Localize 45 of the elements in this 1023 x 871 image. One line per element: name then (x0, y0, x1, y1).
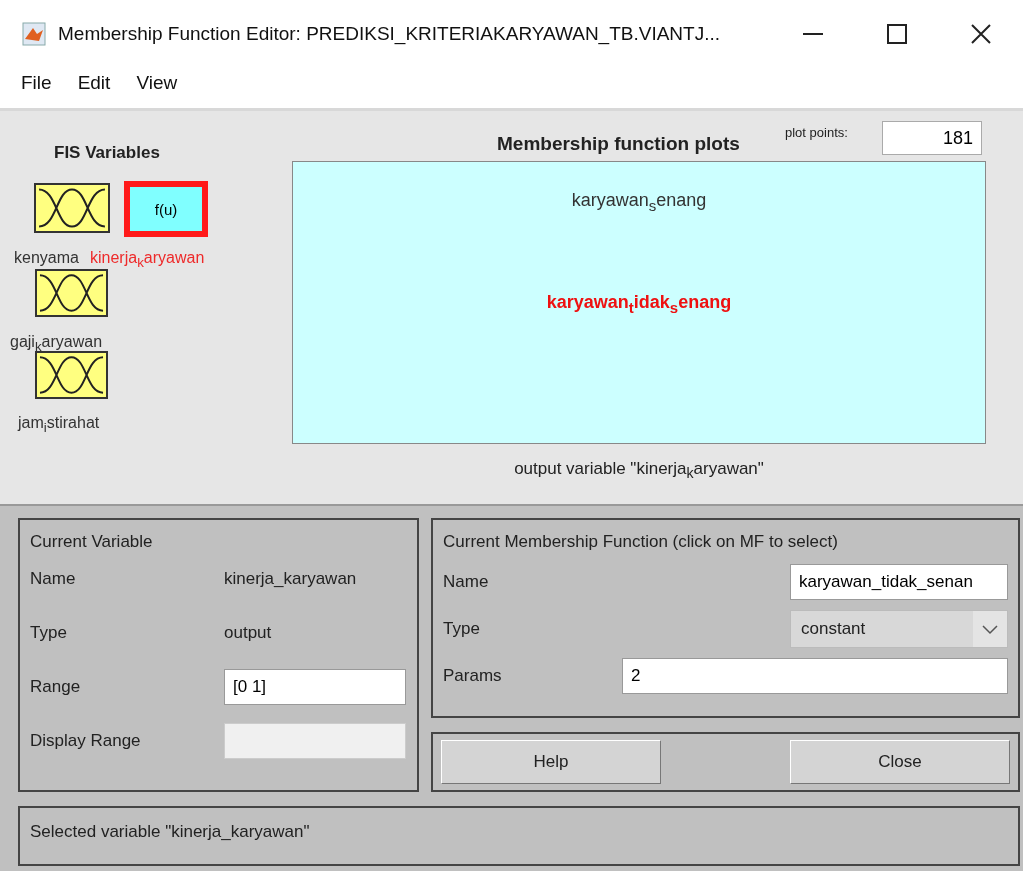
variable-label: gaji$_{k}$aryawan (10, 333, 103, 355)
fis-variables-title: FIS Variables (54, 143, 160, 163)
field-label: Name (443, 571, 490, 592)
window-title: Membership Function Editor: PREDIKSI_KRITERIAKARYAWAN_TB.VIANTJ... (58, 23, 722, 45)
field-label: Type (30, 623, 68, 643)
variable-label: jam$_{i}$stirahat (18, 414, 100, 436)
membership-function-label[interactable]: karyawan$_{s}$enang (571, 190, 707, 210)
chevron-down-icon (973, 610, 1007, 647)
app-logo-icon (22, 22, 46, 46)
field-label: Display Range (30, 731, 142, 751)
variable-label: kinerja$_{k}$aryawan (90, 249, 205, 271)
name-field[interactable]: karyawan_tidak_senan (790, 563, 1008, 600)
input-variable-block[interactable] (35, 351, 108, 399)
field-label: Params (443, 665, 503, 686)
membership-curves-icon (37, 353, 106, 397)
membership-curves-icon (37, 271, 106, 315)
input-variable-block[interactable] (34, 183, 110, 233)
plot-caption: output variable "kinerja$_{k}$aryawan" (513, 459, 765, 482)
dialog-button[interactable]: Help (441, 740, 661, 784)
variable-label: kenyama (14, 249, 79, 267)
field-value: output (224, 623, 273, 643)
membership-function-label[interactable]: karyawan$_{t}$idak$_{s}$enang (546, 292, 732, 312)
field-value: kinerja_karyawan (224, 569, 358, 589)
plot-points-field[interactable]: 181 (882, 121, 982, 155)
minimize-icon (803, 33, 823, 35)
params-field[interactable]: 2 (622, 657, 1008, 694)
range-field[interactable]: [0 1] (224, 669, 406, 705)
status-text: Selected variable "kinerja_karyawan" (30, 822, 310, 841)
menu-item[interactable]: File (12, 68, 61, 98)
field-label: Range (30, 677, 82, 697)
menu-item[interactable]: View (127, 68, 187, 98)
field-label: Type (443, 618, 481, 639)
panel-title: Current Variable (30, 532, 154, 552)
plot-area[interactable]: karyawan$_{s}$enang karyawan$_{t}$idak$_{s}$enang (292, 161, 986, 444)
menu-item[interactable]: Edit (68, 68, 120, 98)
input-variable-block[interactable] (35, 269, 108, 317)
output-variable-block[interactable]: f(u) (124, 181, 208, 237)
plot-title: Membership function plots (497, 133, 740, 155)
type-dropdown[interactable]: constant (790, 609, 1008, 648)
field-label: Name (30, 569, 77, 589)
dialog-button[interactable]: Close (790, 740, 1010, 784)
plot-points-label: plot points: (785, 125, 848, 140)
maximize-icon (887, 24, 907, 44)
panel-title: Current Membership Function (click on MF to select) (443, 532, 839, 552)
close-icon (971, 24, 991, 44)
